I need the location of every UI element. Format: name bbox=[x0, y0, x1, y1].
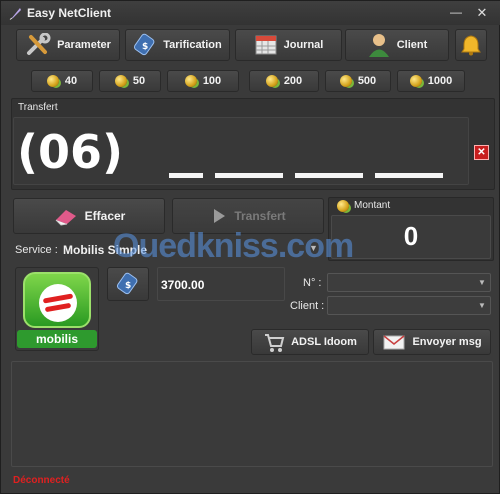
message-log-area[interactable] bbox=[11, 361, 493, 467]
watermark: Ouedkniss.com bbox=[113, 227, 354, 265]
mobilis-logo-icon bbox=[23, 272, 91, 328]
coin-icon bbox=[265, 75, 278, 87]
window-title: Easy NetClient bbox=[27, 6, 112, 20]
digit-placeholder bbox=[295, 173, 363, 178]
client-combobox[interactable] bbox=[327, 296, 491, 315]
notifications-button[interactable] bbox=[455, 29, 487, 61]
amount-button-40[interactable]: 40 bbox=[31, 70, 93, 92]
price-tag-icon: $ bbox=[134, 33, 155, 56]
svg-text:$: $ bbox=[142, 42, 148, 52]
tools-icon bbox=[27, 33, 51, 55]
envelope-icon bbox=[383, 335, 405, 350]
minimize-button[interactable]: — bbox=[447, 6, 465, 20]
coin-icon bbox=[114, 75, 127, 87]
envoyer-msg-button[interactable]: Envoyer msg bbox=[373, 329, 491, 355]
coin-icon bbox=[339, 75, 352, 87]
number-label: N° : bbox=[303, 277, 322, 289]
amount-button-500[interactable]: 500 bbox=[325, 70, 391, 92]
bell-icon bbox=[461, 35, 481, 56]
client-button[interactable]: Client bbox=[345, 29, 449, 61]
title-bar: Easy NetClient — ✕ bbox=[1, 1, 500, 25]
calendar-grid-icon bbox=[255, 35, 277, 55]
coin-icon bbox=[409, 75, 422, 87]
phone-prefix: (06) bbox=[17, 125, 124, 179]
amount-button-1000[interactable]: 1000 bbox=[397, 70, 465, 92]
eraser-icon bbox=[55, 210, 76, 226]
client-field-label: Client : bbox=[290, 300, 325, 312]
chevron-down-icon[interactable]: ▼ bbox=[478, 301, 486, 310]
operator-logo-text: mobilis bbox=[17, 330, 97, 348]
chevron-down-icon[interactable]: ▼ bbox=[478, 278, 486, 287]
balance-value: 3700.00 bbox=[161, 278, 205, 292]
number-combobox[interactable] bbox=[327, 273, 491, 292]
service-label: Service : bbox=[15, 244, 58, 256]
amount-button-100[interactable]: 100 bbox=[167, 70, 239, 92]
connection-status: Déconnecté bbox=[13, 475, 70, 486]
adsl-idoom-button[interactable]: ADSL Idoom bbox=[251, 329, 369, 355]
envoyer-label: Envoyer msg bbox=[412, 336, 482, 348]
parameter-button[interactable]: Parameter bbox=[16, 29, 120, 61]
digit-placeholder bbox=[169, 173, 203, 178]
clear-x-icon[interactable]: ✕ bbox=[474, 145, 489, 160]
adsl-label: ADSL Idoom bbox=[291, 336, 357, 348]
montant-label: Montant bbox=[354, 200, 391, 211]
shopping-cart-icon bbox=[265, 334, 285, 352]
tarification-label: Tarification bbox=[163, 39, 222, 51]
montant-value: 0 bbox=[403, 221, 419, 251]
journal-button[interactable]: Journal bbox=[235, 29, 342, 61]
close-button[interactable]: ✕ bbox=[473, 6, 491, 20]
transfert-label: Transfert bbox=[234, 209, 286, 223]
tarification-button[interactable]: $ Tarification bbox=[125, 29, 230, 61]
transfer-section-label: Transfert bbox=[18, 102, 58, 113]
client-label: Client bbox=[396, 39, 428, 51]
user-icon bbox=[368, 34, 389, 57]
coin-icon bbox=[184, 75, 197, 87]
main-window: Easy NetClient — ✕ Parameter $ Tarificat… bbox=[0, 0, 500, 494]
play-icon bbox=[214, 209, 226, 223]
amount-button-200[interactable]: 200 bbox=[249, 70, 319, 92]
effacer-label: Effacer bbox=[84, 209, 126, 223]
digit-placeholder bbox=[215, 173, 283, 178]
app-feather-icon bbox=[9, 8, 21, 20]
coin-icon bbox=[46, 75, 59, 87]
parameter-label: Parameter bbox=[57, 39, 111, 51]
coin-icon bbox=[337, 200, 349, 212]
digit-placeholder bbox=[375, 173, 443, 178]
price-tag-icon: $ bbox=[116, 272, 138, 295]
svg-text:$: $ bbox=[125, 281, 131, 291]
amount-button-50[interactable]: 50 bbox=[99, 70, 161, 92]
balance-refresh-button[interactable]: $ bbox=[107, 267, 149, 301]
journal-label: Journal bbox=[283, 39, 324, 51]
